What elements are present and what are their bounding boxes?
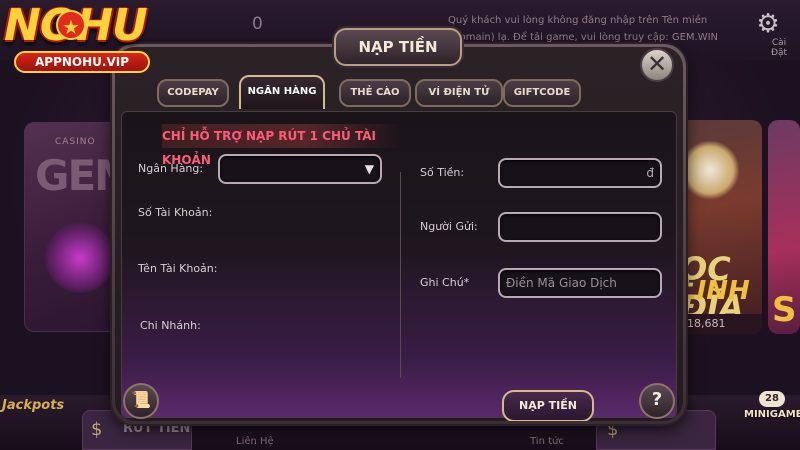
star-icon: ★ [56,10,86,40]
account-name-label: Tên Tài Khoản: [138,262,218,275]
note-label: Ghi Chú* [420,276,470,289]
bank-deposit-panel: CHỈ HỖ TRỢ NẠP RÚT 1 CHỦ TÀI KHOẢN Ngân … [121,111,677,421]
settings-label: Cài Đặt [770,38,788,58]
jackpots-label[interactable]: Jackpots [2,398,64,413]
deposit-modal: CODEPAY NGÂN HÀNG THẺ CÀO VÍ ĐIỆN TỬ GIF… [112,44,686,424]
contact-link[interactable]: Liên Hệ [236,436,274,447]
branch-label: Chi Nhánh: [140,319,201,332]
bank-label: Ngân Hàng: [138,162,204,175]
bank-select[interactable]: ▼ [218,154,382,184]
game-card-gem-title: GEM [35,151,123,200]
minigame-count-badge: 28 [759,391,785,407]
currency-symbol: đ [646,166,654,180]
account-number-label: Số Tài Khoản: [138,206,213,219]
game-card-partial[interactable]: S [768,120,800,334]
scroll-icon: 📜 [131,390,151,409]
balance-display: 0 [252,14,263,34]
game-card-jackpot: 818,681 [676,314,762,334]
column-divider [400,172,401,378]
minigame-label: MINIGAME [744,409,800,420]
tab-vi-dien-tu[interactable]: VÍ ĐIỆN TỬ [415,79,503,107]
game-card-gem-top: CASINO [55,137,96,147]
deposit-submit-button[interactable]: NẠP TIỀN [502,390,594,421]
settings-button[interactable]: ⚙ Cài Đặt [746,9,790,58]
logo-subtitle: APPNOHU.VIP [14,51,150,73]
game-card-xoc-dia[interactable]: ỌC ĐĨA LINH 818,681 [676,120,762,334]
history-button[interactable]: 📜 [123,383,159,419]
news-link[interactable]: Tin tức [530,436,564,447]
note-placeholder: Điền Mã Giao Dịch [506,276,617,290]
game-card-glow [45,223,115,293]
game-card-title-line2: LINH [680,276,750,306]
minigame-button[interactable]: 28 MINIGAME [744,386,800,420]
gear-icon: ⚙ [756,9,780,39]
deposit-modal-body: CODEPAY NGÂN HÀNG THẺ CÀO VÍ ĐIỆN TỬ GIF… [115,47,683,421]
close-button[interactable]: ✕ [640,48,674,82]
sender-input[interactable] [498,212,662,242]
domain-notice: Quý khách vui lòng không đăng nhập trên … [448,15,719,43]
tab-the-cao[interactable]: THẺ CÀO [339,79,411,107]
help-button[interactable]: ? [639,383,675,419]
chevron-down-icon: ▼ [364,162,374,176]
amount-label: Số Tiền: [420,166,465,179]
payment-method-tabs: CODEPAY NGÂN HÀNG THẺ CÀO VÍ ĐIỆN TỬ GIF… [155,75,655,111]
tab-codepay[interactable]: CODEPAY [157,79,229,107]
game-card-gem[interactable]: CASINO GEM [24,122,124,332]
close-icon: ✕ [646,50,668,78]
note-input[interactable]: Điền Mã Giao Dịch [498,268,662,298]
tab-giftcode[interactable]: GIFTCODE [503,79,581,107]
amount-input[interactable]: đ [498,158,662,188]
single-account-notice: CHỈ HỖ TRỢ NẠP RÚT 1 CHỦ TÀI KHOẢN [162,124,402,167]
site-logo: NOHU ★ APPNOHU.VIP [0,0,170,80]
dice-plate-icon [680,140,740,200]
tab-ngan-hang[interactable]: NGÂN HÀNG [239,75,325,109]
dollar-icon: $ [91,419,103,440]
game-card-partial-letter: S [772,290,797,330]
sender-label: Người Gửi: [420,220,478,233]
modal-title: NẠP TIỀN [334,28,462,66]
